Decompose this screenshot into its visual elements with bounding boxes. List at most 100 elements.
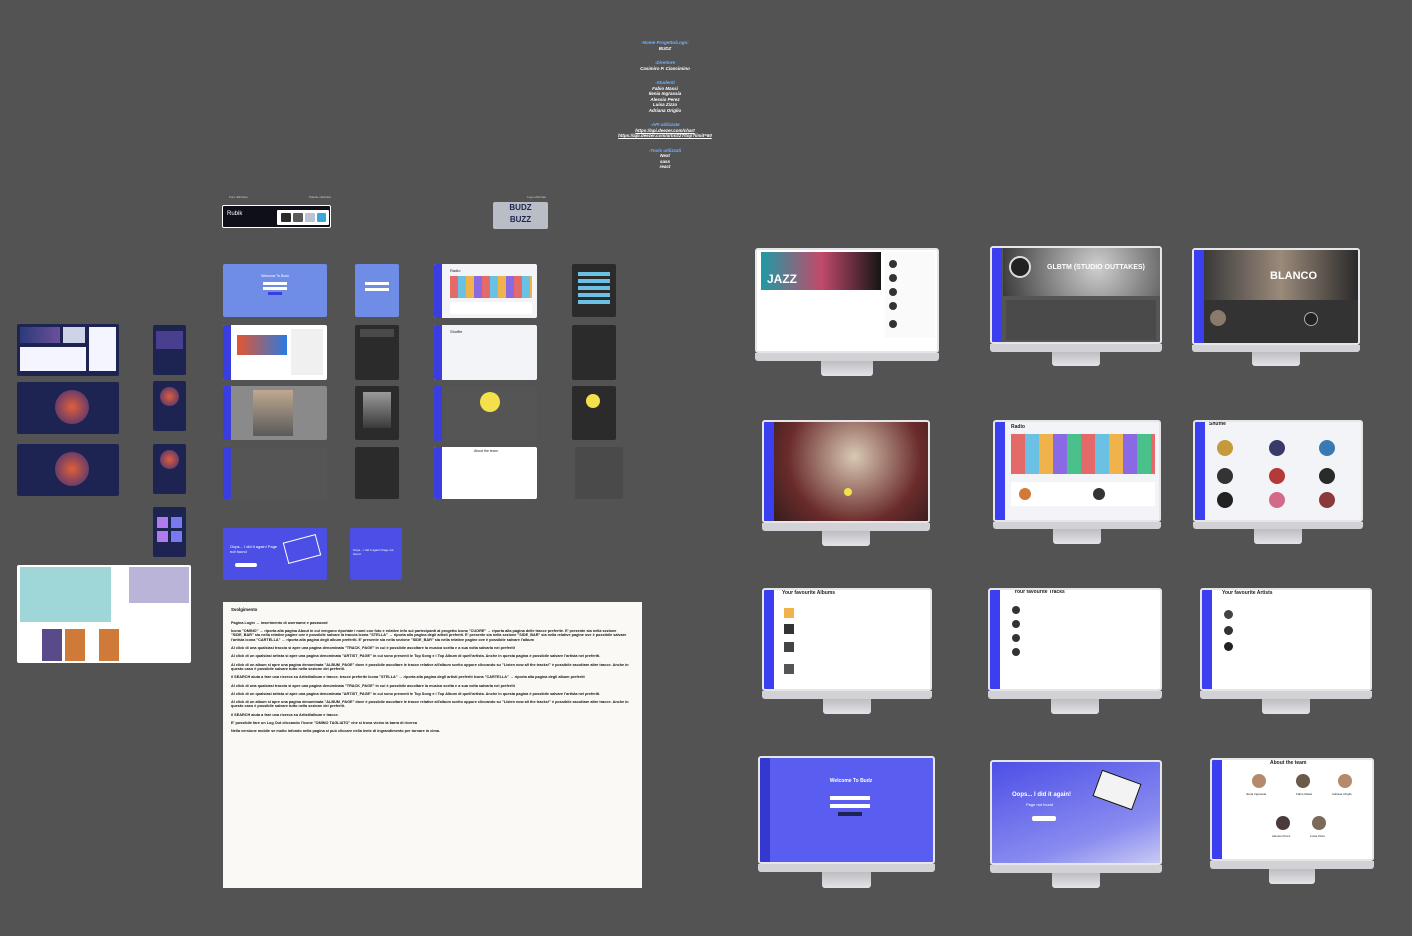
mobile-home-mockup-2 bbox=[355, 325, 399, 380]
back-home-button[interactable] bbox=[1032, 816, 1056, 821]
monitor-login: Welcome To Budz bbox=[758, 756, 935, 888]
artist-title: BLANCO bbox=[1270, 270, 1318, 282]
radio-title: Radio bbox=[1011, 424, 1025, 430]
notfound-sub: Page not found bbox=[1026, 802, 1054, 807]
sidebar bbox=[223, 325, 232, 380]
doc-paragraph: il SEARCH aiuta a fare una ricerca su Ar… bbox=[231, 675, 585, 680]
monitor-radio: Radio bbox=[993, 420, 1161, 544]
hero-banner bbox=[20, 327, 60, 343]
doc-paragraph: E' possibile fare un Log Out cliccando l… bbox=[231, 720, 418, 725]
palette-swatch bbox=[293, 213, 303, 222]
team-member: Alessio Perez bbox=[1272, 834, 1291, 838]
shuffle-title: Shuffle bbox=[1209, 421, 1226, 427]
home-mockup bbox=[223, 325, 327, 380]
api-link[interactable]: https://api.deezer.com/artist/27/top?lim… bbox=[600, 133, 730, 139]
login-input bbox=[365, 282, 389, 285]
fav-artists-title: Your favourite Artists bbox=[1222, 590, 1273, 596]
album-hero: GLBTM (STUDIO OUTTAKES) bbox=[1003, 248, 1160, 296]
doc-paragraph: Al click di un qualsiasi artista si apre… bbox=[231, 654, 601, 659]
radio-grid bbox=[1011, 434, 1155, 474]
mobile-home-mockup bbox=[153, 325, 186, 375]
login-button[interactable] bbox=[838, 812, 862, 816]
sidebar bbox=[434, 264, 443, 318]
fav-tracks-title: Your favourite Tracks bbox=[1014, 589, 1065, 595]
logo-top: BUDZ bbox=[509, 203, 532, 212]
monitor-artist: BLANCO bbox=[1192, 248, 1360, 366]
mobile-login-mockup bbox=[355, 264, 399, 317]
fav-thumb bbox=[171, 517, 182, 528]
back-home-button[interactable] bbox=[235, 563, 257, 567]
monitor-fav-albums: Your favourite Albums bbox=[762, 588, 932, 714]
login-input bbox=[263, 287, 287, 290]
mobile-artist-page-mockup bbox=[355, 447, 399, 499]
fav-thumb bbox=[171, 531, 182, 542]
login-input[interactable] bbox=[830, 796, 870, 800]
monitor-fav-tracks: Your favourite Tracks bbox=[988, 588, 1162, 714]
sidebar bbox=[223, 447, 232, 499]
team-member: Ilenia Ingrassia bbox=[1246, 792, 1267, 796]
about-title: About the team bbox=[474, 449, 498, 453]
palette-swatch bbox=[281, 213, 291, 222]
track-image bbox=[363, 392, 391, 428]
track-list bbox=[20, 347, 86, 371]
artist-hero: BLANCO bbox=[1204, 250, 1358, 300]
font-name: Rubik bbox=[227, 211, 243, 217]
login-mockup: Welcome To Budz bbox=[223, 264, 327, 317]
logo-bottom: BUZZ bbox=[509, 215, 532, 224]
album-cover bbox=[55, 452, 89, 486]
mobile-track-mockup-2 bbox=[153, 444, 186, 494]
login-input bbox=[365, 288, 389, 291]
team-member: Luisa Zizzo bbox=[1310, 834, 1326, 838]
monitor-track bbox=[762, 420, 930, 546]
shuffle-title: Shuffle bbox=[450, 329, 463, 334]
sidebar bbox=[223, 386, 232, 440]
about-title: About the team bbox=[1270, 760, 1307, 766]
monitor-notfound: Oops... I did it again! Page not found bbox=[990, 760, 1162, 888]
album-cover bbox=[586, 394, 600, 408]
top-list bbox=[291, 329, 323, 375]
doc-paragraph: Al click di una qualsiasi traccia si apr… bbox=[231, 646, 515, 651]
mobile-hero bbox=[156, 331, 183, 349]
mobile-sketch bbox=[65, 629, 85, 661]
tablet-home-mockup bbox=[17, 324, 119, 376]
mobile-album-page-mockup bbox=[572, 386, 616, 440]
track-list bbox=[1006, 300, 1156, 340]
login-button bbox=[268, 292, 282, 295]
album-page-mockup bbox=[434, 386, 537, 441]
wireframe-sketch bbox=[20, 567, 111, 622]
radio-players bbox=[1011, 482, 1155, 506]
tablet-track-mockup-2 bbox=[17, 444, 119, 496]
side-list bbox=[89, 327, 116, 371]
monitor-shuffle: Shuffle bbox=[1193, 420, 1363, 544]
tablet-track-mockup bbox=[17, 382, 119, 434]
about-mockup: About the team bbox=[434, 447, 537, 499]
login-input bbox=[263, 282, 287, 285]
album-cover bbox=[160, 387, 179, 406]
track-page-mockup bbox=[223, 386, 327, 440]
mobile-favourites-mockup bbox=[153, 507, 186, 557]
radio-title: Radio bbox=[450, 268, 461, 273]
logo-label: Logo utilizzato bbox=[527, 195, 547, 199]
doc-paragraph: Al click di un album si apre una pagina … bbox=[231, 662, 629, 672]
track-image bbox=[253, 390, 293, 436]
login-title: Welcome To Budz bbox=[829, 778, 873, 784]
notfound-title: Oops... I did it again! bbox=[1012, 792, 1072, 798]
mobile-track-mockup bbox=[153, 381, 186, 431]
notfound-mockup: Oops... I did it again! Page not found bbox=[223, 528, 327, 580]
radio-mockup: Radio bbox=[434, 264, 537, 318]
fav-thumb bbox=[157, 517, 168, 528]
doc-paragraph: Nella versione mobile se molto infondo n… bbox=[231, 729, 440, 734]
mobile-about-mockup bbox=[575, 447, 623, 499]
album-cover bbox=[480, 392, 500, 412]
doc-heading: Svolgimento bbox=[231, 607, 258, 612]
fav-albums-title: Your favourite Albums bbox=[782, 590, 836, 596]
login-input[interactable] bbox=[830, 804, 870, 808]
cassette-icon bbox=[282, 533, 322, 565]
project-info: -Nome Progetto/Logo: BUDZ -Direttore Cas… bbox=[600, 40, 730, 170]
hero-banner bbox=[237, 335, 287, 355]
artist-thumb bbox=[63, 327, 85, 343]
monitor-fav-artists: Your favourite Artists bbox=[1200, 588, 1372, 714]
mobile-shuffle-mockup bbox=[572, 325, 616, 380]
font-palette-card: Rubik bbox=[222, 205, 331, 228]
radio-players bbox=[450, 302, 532, 314]
